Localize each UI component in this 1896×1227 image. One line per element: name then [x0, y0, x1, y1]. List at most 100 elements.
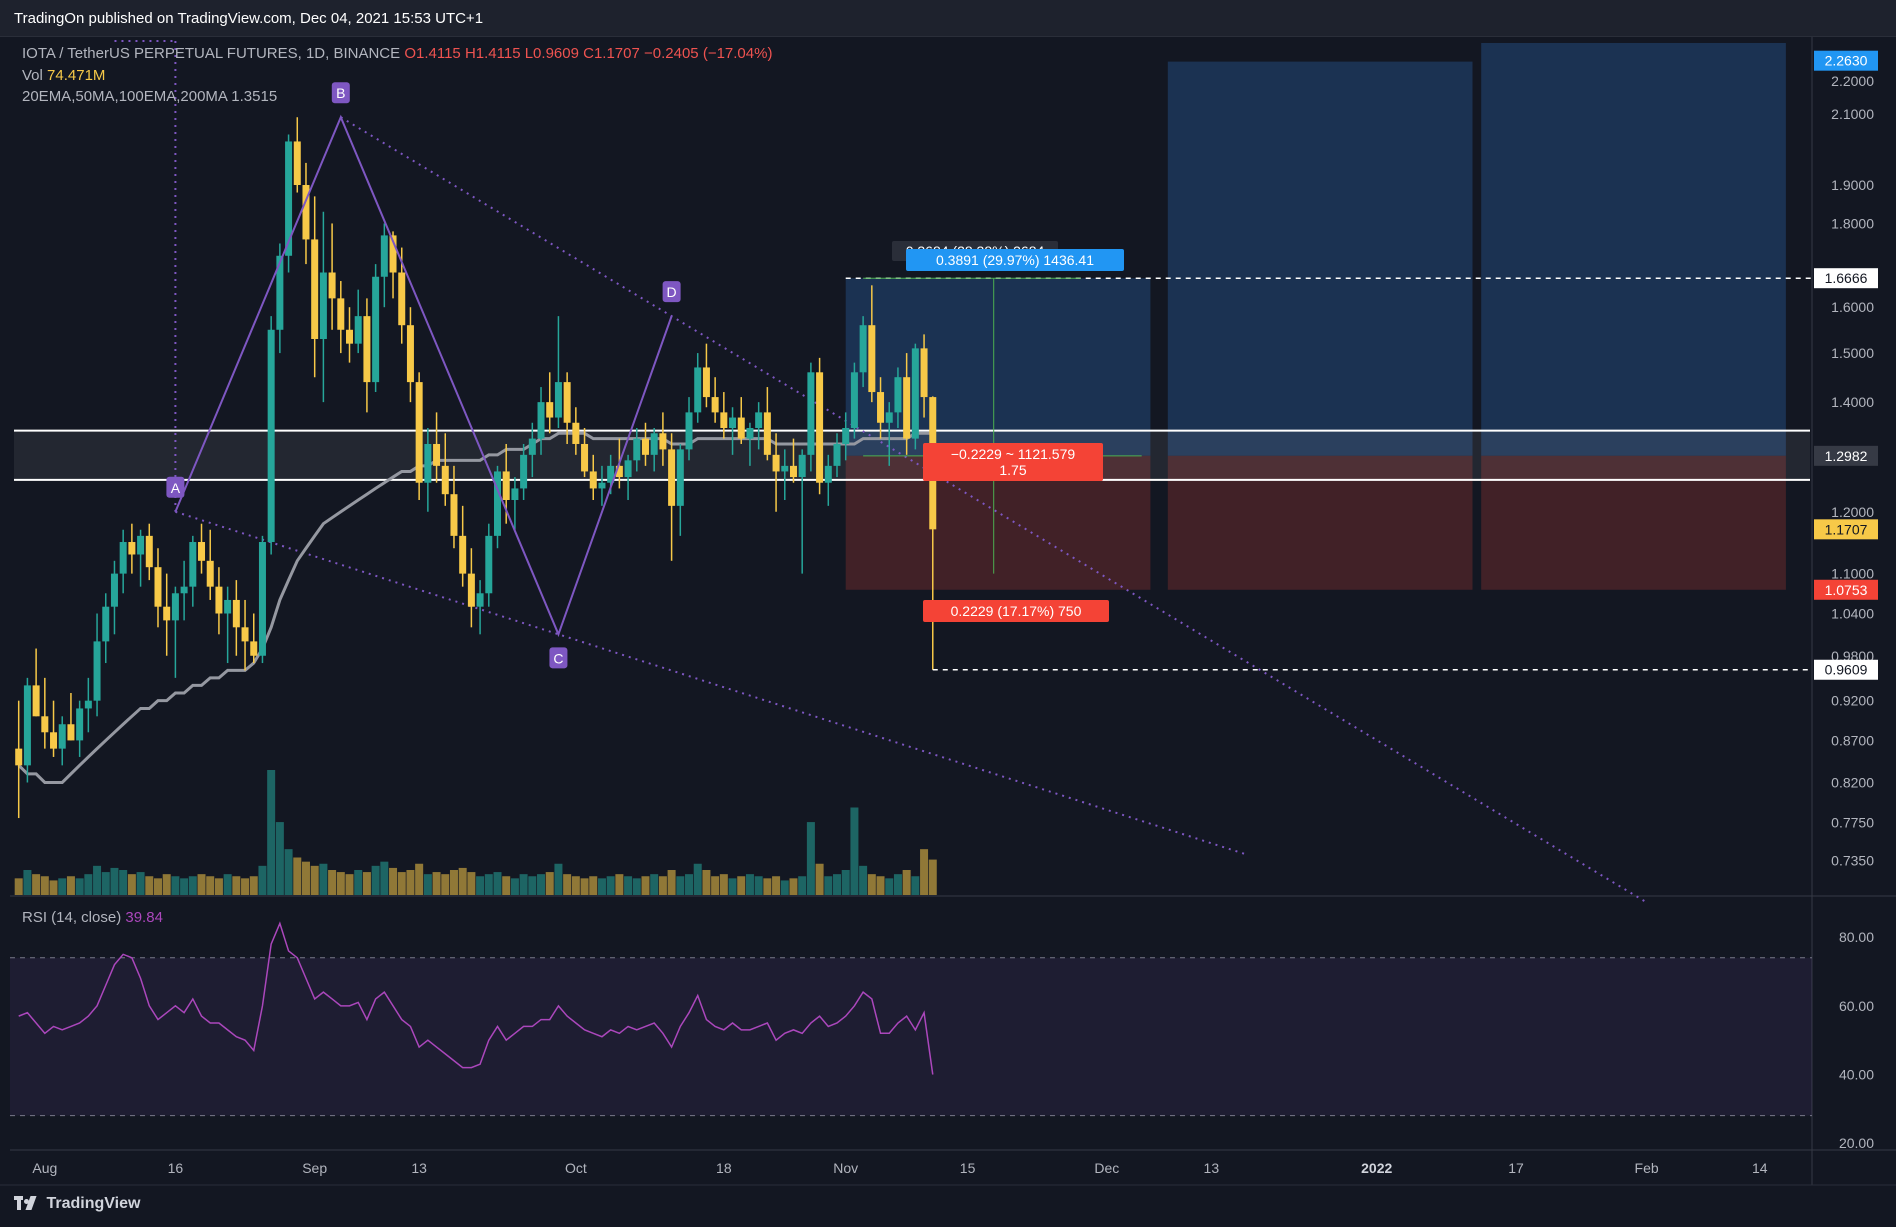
volume-bar	[66, 876, 75, 895]
candle-body	[511, 488, 519, 500]
volume-bar	[798, 876, 807, 895]
volume-bar	[824, 876, 833, 895]
candle-body	[41, 716, 49, 733]
candle-body	[319, 272, 327, 340]
candle-body	[450, 494, 458, 536]
volume-bar	[641, 876, 650, 895]
volume-bar	[911, 876, 920, 895]
candle-body	[267, 329, 275, 543]
chart-canvas[interactable]: ABCD0.3684 (28.38%) 36840.3891 (29.97%) …	[0, 0, 1896, 1227]
candle-body	[894, 377, 902, 413]
volume-bar	[449, 870, 458, 895]
time-tick: 18	[716, 1160, 732, 1176]
volume-bar	[32, 874, 41, 895]
candle-body	[110, 573, 118, 607]
candle-body	[198, 542, 206, 561]
candle-body	[537, 402, 545, 439]
candle-body	[311, 239, 319, 340]
volume-bar	[110, 867, 119, 895]
candle-body	[15, 748, 23, 766]
volume-bar	[510, 878, 519, 895]
volume-bar	[136, 872, 145, 895]
rsi-band-fill	[10, 957, 1812, 1116]
candle-body	[702, 367, 710, 398]
candle-body	[859, 325, 867, 373]
candle-body	[258, 542, 266, 656]
volume-bar	[789, 878, 798, 895]
projection-target-zone-2	[1481, 43, 1786, 456]
volume-label[interactable]: Vol	[22, 67, 43, 84]
candle-body	[293, 141, 301, 186]
volume-bar	[188, 876, 197, 895]
stop-label: 0.2229 (17.17%) 750	[951, 603, 1082, 619]
volume-bar	[597, 878, 606, 895]
symbol-name[interactable]: IOTA / TetherUS PERPETUAL FUTURES, 1D, B…	[22, 45, 400, 62]
candle-body	[354, 316, 362, 344]
volume-bar	[310, 865, 319, 895]
volume-bar	[484, 874, 493, 895]
pattern-label-d: D	[667, 284, 677, 300]
candle-body	[250, 641, 258, 656]
candle-body	[589, 471, 597, 489]
rsi-label[interactable]: RSI (14, close)	[22, 909, 121, 926]
candle-body	[189, 542, 197, 587]
candle-body	[650, 433, 658, 455]
time-tick: 15	[960, 1160, 976, 1176]
volume-bar	[23, 870, 32, 895]
volume-bar	[145, 876, 154, 895]
candle-body	[746, 428, 754, 439]
candle-body	[180, 586, 188, 594]
ma-label[interactable]: 20EMA,50MA,100EMA,200MA	[22, 88, 227, 105]
volume-bar	[589, 876, 598, 895]
price-tick: 0.8700	[1831, 732, 1874, 748]
volume-bar	[745, 874, 754, 895]
rsi-tick: 80.00	[1839, 929, 1874, 945]
candle-body	[763, 412, 771, 455]
volume-bar	[336, 872, 345, 895]
candle-body	[624, 460, 632, 478]
price-badge: 1.2982	[1825, 448, 1868, 464]
target-label: 0.3891 (29.97%) 1436.41	[936, 252, 1094, 268]
candle-body	[485, 535, 493, 594]
volume-bar	[693, 863, 702, 895]
volume-bar	[284, 849, 293, 895]
candle-body	[241, 627, 249, 642]
candle-body	[711, 397, 719, 413]
volume-bar	[493, 872, 502, 895]
candle-body	[441, 465, 449, 495]
pattern-label-b: B	[336, 85, 345, 101]
candle-body	[128, 542, 136, 555]
candle-body	[772, 454, 780, 472]
candle-body	[459, 535, 467, 574]
candle-body	[23, 685, 31, 766]
volume-bar	[58, 878, 67, 895]
candle-body	[476, 593, 484, 607]
volume-bar	[780, 880, 789, 895]
volume-bar	[563, 874, 572, 895]
volume-bar	[841, 870, 850, 895]
candle-body	[633, 438, 641, 461]
volume-bar	[833, 874, 842, 895]
volume-bar	[275, 822, 284, 895]
price-tick: 0.8200	[1831, 774, 1874, 790]
pattern-label-a: A	[171, 480, 181, 496]
candle-body	[337, 298, 345, 330]
volume-bar	[328, 870, 337, 895]
candle-body	[433, 443, 441, 466]
candle-body	[163, 606, 171, 621]
volume-bar	[319, 863, 328, 895]
projection-target-zone-1	[1167, 61, 1473, 456]
volume-bar	[606, 876, 615, 895]
tradingview-logo[interactable]: TradingView	[14, 1195, 140, 1213]
volume-bar	[267, 770, 276, 895]
volume-bar	[127, 874, 136, 895]
candle-body	[581, 443, 589, 472]
time-tick: 14	[1752, 1160, 1768, 1176]
candle-body	[520, 454, 528, 489]
price-tick: 1.0400	[1831, 606, 1874, 622]
price-tick: 2.1000	[1831, 106, 1874, 122]
open-value: O1.4115	[404, 45, 461, 62]
candle-body	[842, 428, 850, 444]
volume-bar	[902, 870, 911, 895]
candle-body	[467, 573, 475, 607]
